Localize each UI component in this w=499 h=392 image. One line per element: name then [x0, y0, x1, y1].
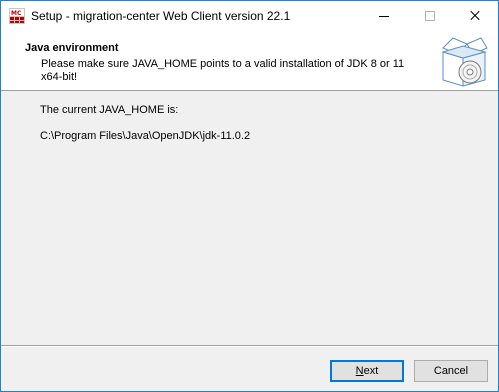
setup-window: MC Setup - migration-center Web Client v…	[0, 0, 499, 392]
installer-box-icon	[441, 37, 488, 87]
mc-app-icon[interactable]: MC	[9, 8, 25, 24]
next-button[interactable]: Next	[330, 360, 404, 382]
wizard-header: Java environment Please make sure JAVA_H…	[1, 31, 498, 91]
page-description: Please make sure JAVA_HOME points to a v…	[41, 58, 405, 83]
svg-text:MC: MC	[11, 10, 22, 17]
window-title: Setup - migration-center Web Client vers…	[31, 9, 291, 23]
maximize-button[interactable]	[407, 1, 453, 31]
java-home-path: C:\Program Files\Java\OpenJDK\jdk-11.0.2	[40, 130, 251, 142]
next-label: ext	[363, 365, 379, 377]
minimize-icon	[379, 15, 389, 17]
page-title: Java environment	[25, 42, 119, 54]
minimize-button[interactable]	[361, 1, 407, 31]
maximize-icon	[425, 11, 435, 21]
close-button[interactable]	[452, 1, 498, 31]
footer-separator	[1, 345, 498, 347]
wizard-content: The current JAVA_HOME is: C:\Program Fil…	[1, 92, 498, 343]
cancel-button[interactable]: Cancel	[414, 360, 488, 382]
close-icon	[470, 11, 480, 21]
title-bar[interactable]: MC Setup - migration-center Web Client v…	[1, 1, 498, 31]
next-mnemonic: N	[355, 365, 364, 377]
java-home-label: The current JAVA_HOME is:	[40, 104, 179, 116]
